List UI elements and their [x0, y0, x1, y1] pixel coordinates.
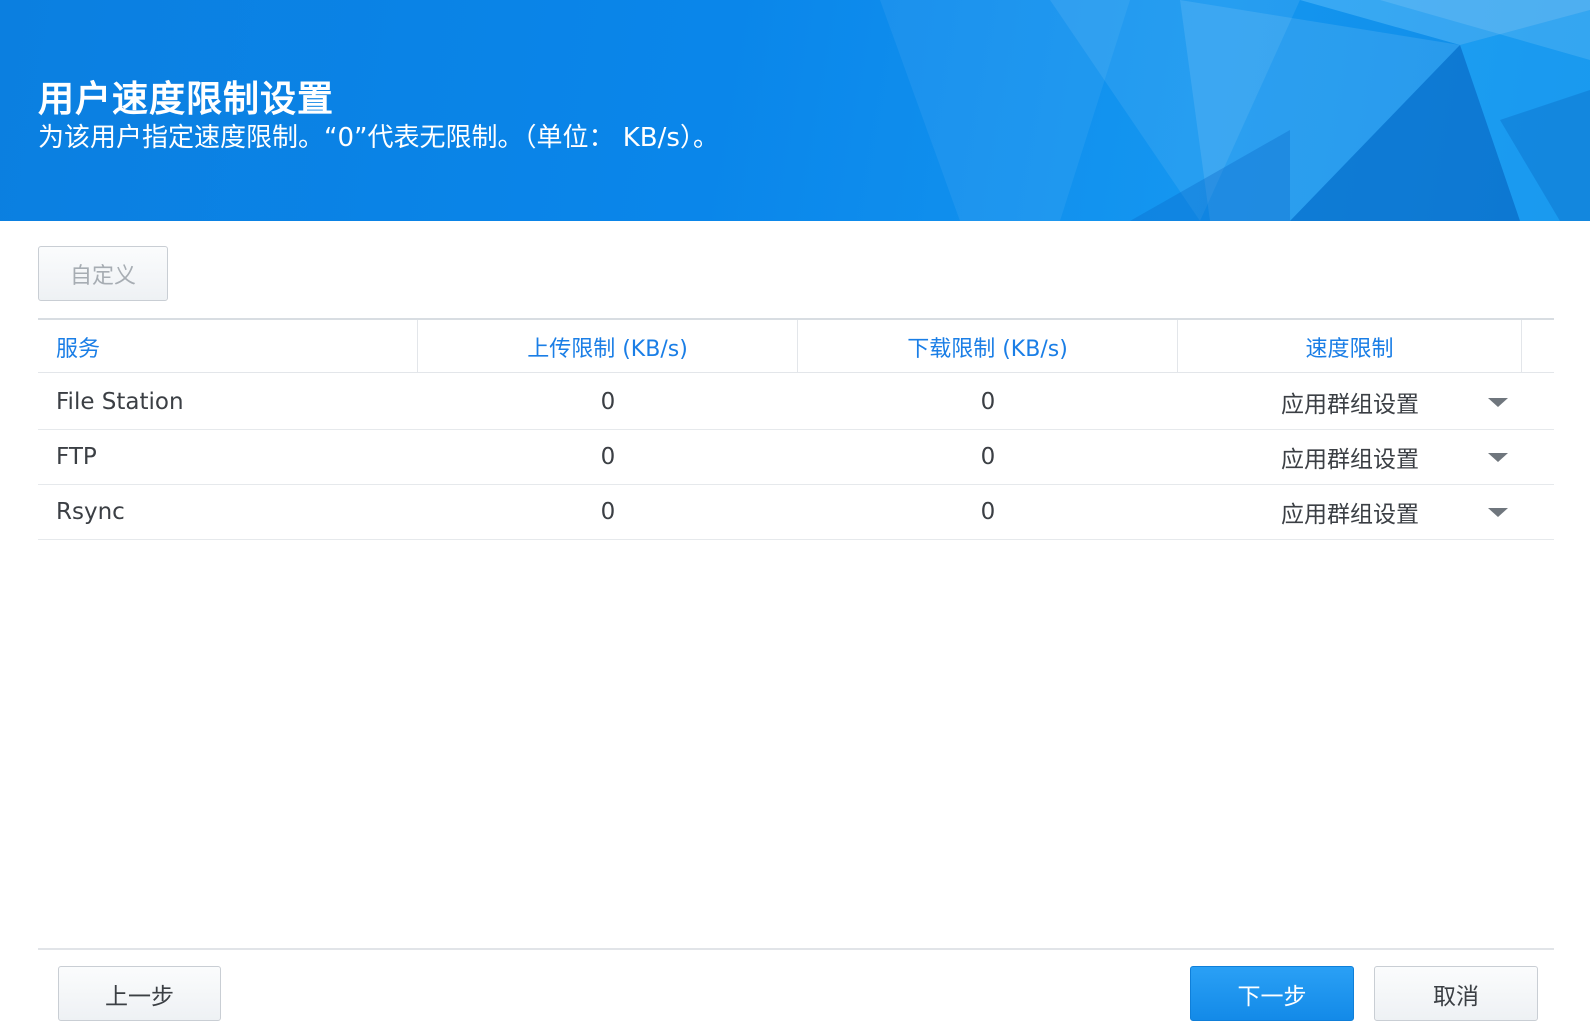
- speed-limit-select[interactable]: 应用群组设置: [1178, 484, 1522, 539]
- column-header-speed[interactable]: 速度限制: [1178, 320, 1522, 373]
- service-name: File Station: [56, 388, 184, 415]
- column-header-download[interactable]: 下载限制 (KB/s): [798, 320, 1178, 373]
- chevron-down-icon[interactable]: [1478, 374, 1518, 429]
- dialog: 用户速度限制设置 为该用户指定速度限制。“0”代表无限制。（单位： KB/s）。…: [0, 0, 1590, 1034]
- download-limit[interactable]: 0: [798, 429, 1178, 484]
- upload-limit[interactable]: 0: [418, 429, 798, 484]
- column-header-upload[interactable]: 上传限制 (KB/s): [418, 320, 798, 373]
- prev-button[interactable]: 上一步: [58, 966, 221, 1021]
- upload-limit[interactable]: 0: [418, 484, 798, 539]
- table-row[interactable]: File Station 0 0 应用群组设置: [38, 374, 1554, 430]
- footer-divider: [38, 948, 1554, 950]
- cancel-button[interactable]: 取消: [1374, 966, 1538, 1021]
- download-limit[interactable]: 0: [798, 484, 1178, 539]
- chevron-down-icon[interactable]: [1478, 429, 1518, 484]
- table-header: 服务 上传限制 (KB/s) 下载限制 (KB/s) 速度限制: [38, 320, 1554, 373]
- speed-limit-select[interactable]: 应用群组设置: [1178, 374, 1522, 429]
- page-subtitle: 为该用户指定速度限制。“0”代表无限制。（单位： KB/s）。: [38, 123, 719, 153]
- custom-button[interactable]: 自定义: [38, 246, 168, 301]
- column-header-service[interactable]: 服务: [38, 320, 418, 373]
- service-name: FTP: [56, 443, 97, 470]
- table-row[interactable]: FTP 0 0 应用群组设置: [38, 429, 1554, 485]
- header-banner: 用户速度限制设置 为该用户指定速度限制。“0”代表无限制。（单位： KB/s）。: [0, 0, 1590, 221]
- download-limit[interactable]: 0: [798, 374, 1178, 429]
- service-name: Rsync: [56, 498, 125, 525]
- page-title: 用户速度限制设置: [38, 79, 335, 120]
- speed-limit-select[interactable]: 应用群组设置: [1178, 429, 1522, 484]
- upload-limit[interactable]: 0: [418, 374, 798, 429]
- next-button[interactable]: 下一步: [1190, 966, 1354, 1021]
- chevron-down-icon[interactable]: [1478, 484, 1518, 539]
- table-row[interactable]: Rsync 0 0 应用群组设置: [38, 484, 1554, 540]
